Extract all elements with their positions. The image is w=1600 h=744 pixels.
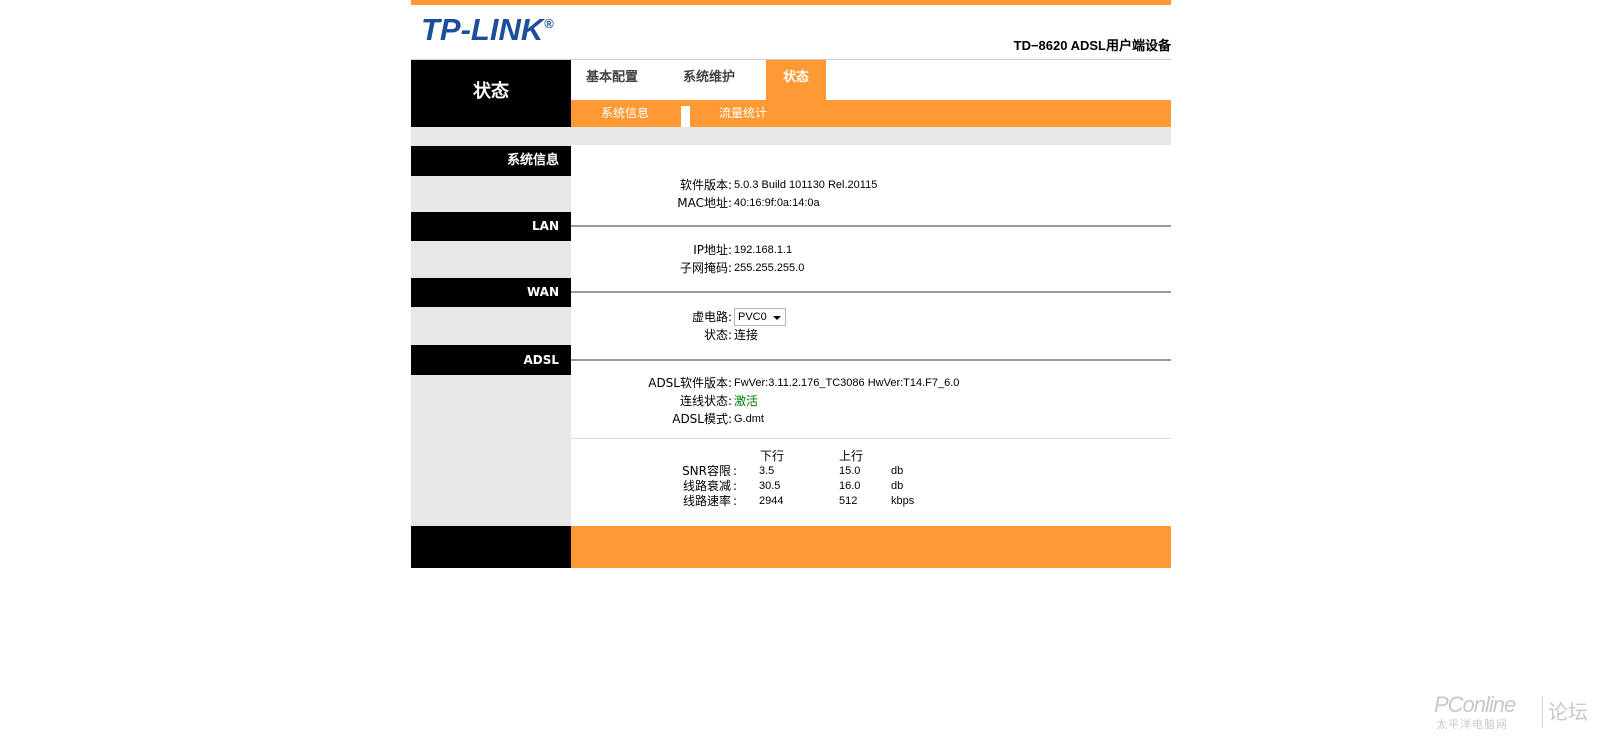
section-title-block: 状态 (411, 60, 571, 127)
row-label: 虚电路 (691, 310, 728, 324)
row-label: 子网掩码 (679, 261, 728, 275)
content-top-strip (411, 127, 1171, 145)
stats-header-downstream: 下行 (760, 449, 785, 463)
tab-system-maintenance[interactable]: 系统维护 (683, 60, 735, 100)
pconline-watermark: PConline 太平洋电脑网 论坛 (1434, 692, 1594, 732)
info-row-adsl-software: ADSL软件版本 : FwVer:3.11.2.176_TC3086 HwVer… (648, 376, 960, 390)
stats-up: 512 (839, 495, 858, 507)
router-admin-frame: TP-LINK® TD−8620 ADSL用户端设备 状态 基本配置 系统维护 … (411, 0, 1171, 570)
stats-row-line-rate: 线路速率 : 2944 512 kbps (682, 494, 915, 508)
info-row-wan-state: 状态 : 连接 (703, 328, 759, 342)
stats-up: 16.0 (839, 480, 861, 492)
row-value: FwVer:3.11.2.176_TC3086 HwVer:T14.F7_6.0 (734, 377, 960, 389)
stats-label: 线路速率 (682, 494, 731, 508)
row-value: 192.168.1.1 (734, 244, 793, 256)
tp-link-logo: TP-LINK® (421, 10, 554, 50)
section-label-wan: WAN (411, 278, 571, 307)
stats-up: 15.0 (839, 465, 861, 477)
section-label-adsl: ADSL (411, 345, 571, 375)
info-row-software-version: 软件版本 : 5.0.3 Build 101130 Rel.20115 (679, 178, 878, 192)
section-label-lan: LAN (411, 212, 571, 241)
section-label-sysinfo: 系统信息 (411, 146, 571, 176)
model-title: TD−8620 ADSL用户端设备 (1013, 38, 1171, 53)
registered-mark: ® (544, 16, 554, 31)
watermark-brand: PConline (1434, 692, 1516, 717)
info-row-subnet-mask: 子网掩码 : 255.255.255.0 (679, 261, 805, 275)
watermark-subtitle: 太平洋电脑网 (1436, 718, 1508, 731)
stats-unit: kbps (891, 495, 915, 507)
row-label: IP地址 (693, 243, 728, 257)
footer-bar (571, 526, 1171, 568)
info-row-adsl-mode: ADSL模式 : G.dmt (672, 412, 764, 426)
info-row-line-status: 连线状态 : 激活 (679, 394, 759, 408)
row-value: 40:16:9f:0a:14:0a (734, 197, 820, 209)
section-divider (571, 359, 1171, 361)
stats-down: 30.5 (759, 480, 781, 492)
tab-status[interactable]: 状态 (766, 60, 826, 100)
subnav-bar (571, 100, 1171, 127)
footer-left-block (411, 526, 571, 568)
section-divider (571, 225, 1171, 227)
subtab-traffic-stats[interactable]: 流量统计 (719, 100, 767, 127)
stats-divider (571, 438, 1171, 439)
vc-select[interactable]: PVC0 (734, 308, 786, 326)
stats-label: 线路衰减 (682, 479, 731, 493)
watermark-forum: 论坛 (1548, 700, 1588, 724)
stats-header-upstream: 上行 (839, 449, 864, 463)
row-label: ADSL软件版本 (648, 376, 728, 390)
row-value: 连接 (734, 328, 759, 342)
stats-row-snr-margin: SNR容限 : 3.5 15.0 db (682, 464, 904, 478)
chevron-down-icon (773, 316, 781, 320)
row-value: 5.0.3 Build 101130 Rel.20115 (734, 179, 878, 191)
vc-select-value: PVC0 (738, 311, 767, 323)
stats-down: 2944 (759, 495, 784, 507)
row-label: ADSL模式 (672, 412, 728, 426)
row-value: 255.255.255.0 (734, 262, 805, 274)
subtab-system-info[interactable]: 系统信息 (601, 100, 649, 127)
info-row-virtual-circuit: 虚电路 : PVC0 (571, 308, 1171, 326)
row-label: 连线状态 (679, 394, 728, 408)
row-label: 软件版本 (679, 178, 728, 192)
logo-text: TP-LINK (421, 12, 544, 47)
row-label: MAC地址 (677, 196, 728, 210)
section-divider (571, 291, 1171, 293)
top-accent-bar (411, 0, 1171, 5)
stats-label: SNR容限 (682, 464, 731, 478)
stats-down: 3.5 (759, 465, 775, 477)
subnav-separator (681, 106, 690, 127)
row-value: G.dmt (734, 413, 764, 425)
info-row-ip-address: IP地址 : 192.168.1.1 (693, 243, 793, 257)
watermark-divider (1542, 696, 1543, 728)
row-label: 状态 (703, 328, 728, 342)
row-value: 激活 (734, 394, 759, 408)
stats-unit: db (891, 480, 904, 492)
left-column (411, 145, 571, 526)
tab-basic-config[interactable]: 基本配置 (586, 60, 638, 100)
info-row-mac-address: MAC地址 : 40:16:9f:0a:14:0a (677, 196, 820, 210)
stats-row-line-attenuation: 线路衰减 : 30.5 16.0 db (682, 479, 904, 493)
stats-unit: db (891, 465, 904, 477)
